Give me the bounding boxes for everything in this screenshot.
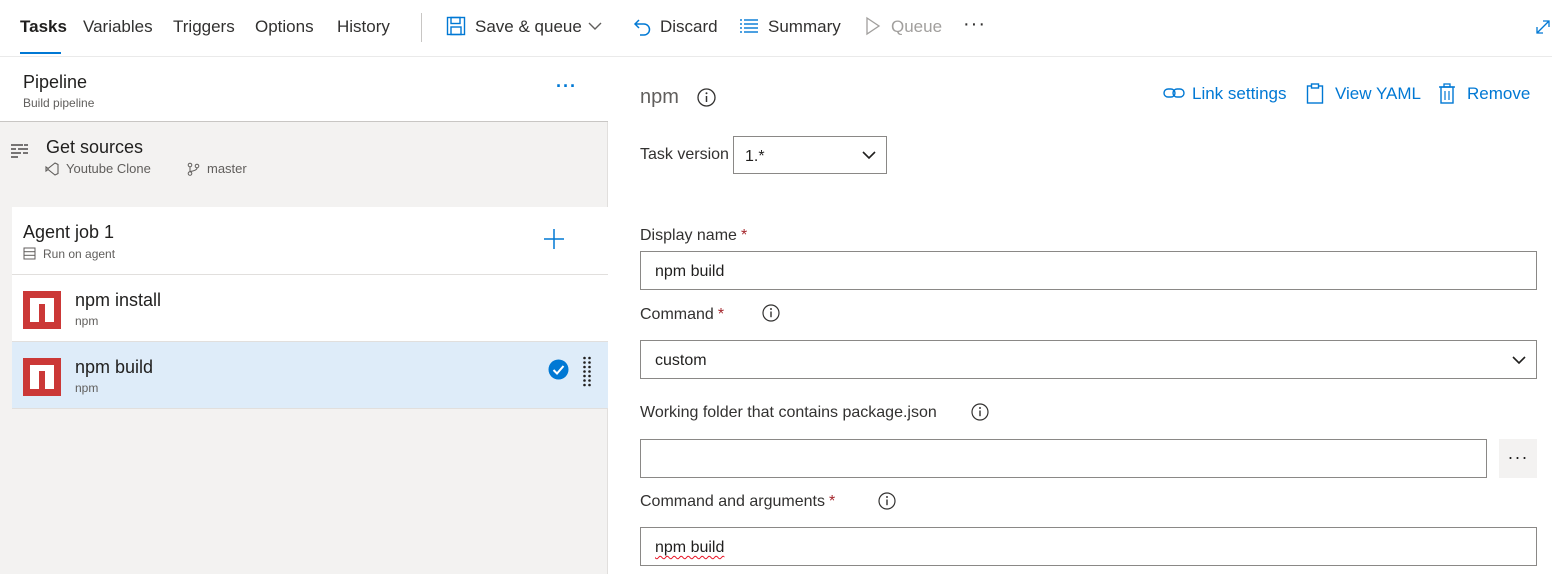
info-icon[interactable] <box>878 492 896 510</box>
task-subtitle: npm <box>75 314 99 328</box>
add-task-icon[interactable] <box>543 228 565 250</box>
drag-handle-icon[interactable] <box>582 356 592 390</box>
task-row-npm-install[interactable]: npm install npm <box>12 275 608 342</box>
toolbar-divider <box>421 13 422 42</box>
agent-job-card[interactable]: Agent job 1 Run on agent <box>12 207 608 275</box>
sources-icon <box>11 144 28 158</box>
tab-options[interactable]: Options <box>255 17 314 37</box>
npm-icon <box>23 291 61 329</box>
working-folder-label: Working folder that contains package.jso… <box>640 404 937 421</box>
task-version-label: Task version <box>640 146 729 163</box>
command-label: Command * <box>640 306 725 323</box>
source-repo: Youtube Clone <box>66 161 151 176</box>
chevron-down-icon[interactable] <box>586 17 604 35</box>
required-marker: * <box>828 493 836 510</box>
pipeline-more-button[interactable]: ··· <box>556 76 577 97</box>
info-icon[interactable] <box>697 88 716 107</box>
pipeline-subtitle: Build pipeline <box>23 96 95 110</box>
server-icon <box>23 247 36 260</box>
required-marker: * <box>740 227 748 244</box>
command-args-label: Command and arguments * <box>640 493 836 510</box>
working-folder-input[interactable] <box>640 439 1487 478</box>
display-name-label: Display name * <box>640 227 748 244</box>
get-sources-title[interactable]: Get sources <box>46 137 143 158</box>
active-tab-indicator <box>20 52 61 54</box>
clipboard-icon[interactable] <box>1306 83 1324 104</box>
remove-button[interactable]: Remove <box>1467 84 1530 104</box>
task-detail-panel: npm Link settings View YAML Remove Task … <box>609 57 1552 574</box>
task-detail-title: npm <box>640 86 679 108</box>
browse-button[interactable]: ··· <box>1499 439 1537 478</box>
save-queue-button[interactable]: Save & queue <box>475 17 582 37</box>
tab-history[interactable]: History <box>337 17 390 37</box>
display-name-value: npm build <box>655 263 725 280</box>
npm-icon <box>23 358 61 396</box>
trash-icon[interactable] <box>1438 83 1456 104</box>
info-icon[interactable] <box>762 304 780 322</box>
tab-triggers[interactable]: Triggers <box>173 17 235 37</box>
branch-icon <box>187 162 200 176</box>
agent-job-subtitle: Run on agent <box>43 247 116 261</box>
save-icon[interactable] <box>445 15 467 37</box>
required-marker: * <box>717 306 725 323</box>
discard-button[interactable]: Discard <box>660 17 718 37</box>
visual-studio-icon <box>45 162 59 176</box>
task-subtitle: npm <box>75 381 99 395</box>
pipeline-title: Pipeline <box>23 72 88 92</box>
task-row-npm-build[interactable]: npm build npm <box>12 342 608 409</box>
agent-job-title: Agent job 1 <box>23 222 115 242</box>
link-settings-button[interactable]: Link settings <box>1192 84 1287 104</box>
task-version-value: 1.* <box>745 148 765 165</box>
expand-icon[interactable] <box>1534 18 1552 36</box>
link-icon[interactable] <box>1163 85 1185 101</box>
check-circle-icon <box>548 359 569 380</box>
queue-button: Queue <box>891 17 943 36</box>
list-icon[interactable] <box>738 15 760 37</box>
more-actions-button[interactable]: ··· <box>963 13 986 36</box>
task-title: npm install <box>75 290 162 310</box>
info-icon[interactable] <box>971 403 989 421</box>
tab-tasks[interactable]: Tasks <box>20 17 67 37</box>
task-title: npm build <box>75 357 154 377</box>
tab-variables[interactable]: Variables <box>83 17 153 37</box>
display-name-input[interactable]: npm build <box>640 251 1537 290</box>
pipeline-panel: Pipeline Build pipeline ··· Get sources … <box>0 57 608 574</box>
summary-button[interactable]: Summary <box>768 17 841 37</box>
play-icon <box>866 16 881 36</box>
top-toolbar: Tasks Variables Triggers Options History… <box>0 0 1552 57</box>
command-select[interactable]: custom <box>640 340 1537 379</box>
task-version-select[interactable]: 1.* <box>733 136 887 174</box>
command-args-value: npm build <box>655 539 725 556</box>
chevron-down-icon <box>1512 356 1526 365</box>
pipeline-header[interactable]: Pipeline Build pipeline ··· <box>0 57 608 122</box>
command-value: custom <box>655 352 707 369</box>
undo-icon[interactable] <box>632 15 654 37</box>
view-yaml-button[interactable]: View YAML <box>1335 84 1421 104</box>
chevron-down-icon <box>862 151 876 160</box>
command-args-input[interactable]: npm build <box>640 527 1537 566</box>
source-branch: master <box>207 161 247 176</box>
